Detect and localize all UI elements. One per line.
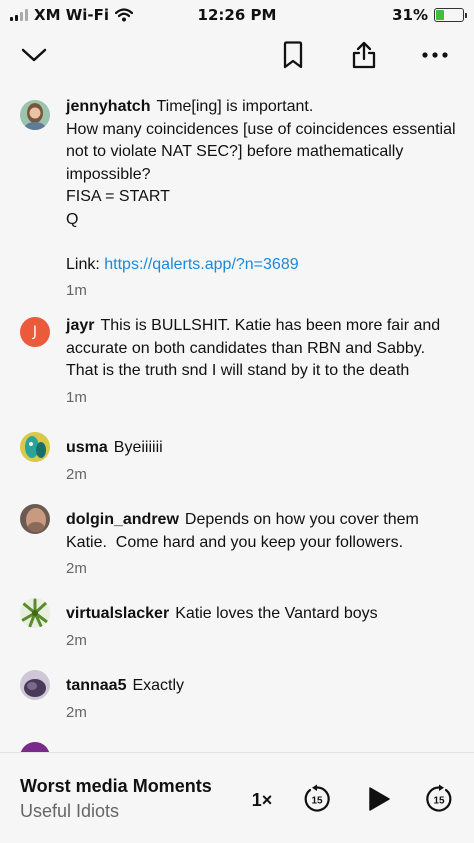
bookmark-icon xyxy=(283,41,303,69)
audio-player: Worst media Moments Useful Idiots 1× 15 … xyxy=(0,752,474,843)
more-icon xyxy=(422,52,448,58)
share-button[interactable] xyxy=(347,38,381,72)
comment-body: tannaa5 Exactly 2m xyxy=(66,675,461,724)
comment-time: 1m xyxy=(66,282,87,299)
comment-author[interactable]: jayr xyxy=(66,317,94,334)
comment-time: 2m xyxy=(66,560,87,577)
skip-back-icon: 15 xyxy=(304,784,330,812)
battery-fill xyxy=(436,10,445,20)
avatar[interactable] xyxy=(20,598,50,628)
status-right: 31% xyxy=(392,6,467,24)
comment-body: jennyhatch Time[ing] is important. How ma… xyxy=(66,96,461,303)
avatar[interactable] xyxy=(20,432,50,462)
share-icon xyxy=(352,41,376,69)
avatar[interactable] xyxy=(20,670,50,700)
avatar[interactable]: J xyxy=(20,317,50,347)
comment-text: Katie loves the Vantard boys xyxy=(175,605,378,622)
skip-forward-label: 15 xyxy=(433,796,445,807)
play-button[interactable] xyxy=(364,784,394,814)
skip-back-label: 15 xyxy=(311,796,323,807)
comment-text: Exactly xyxy=(132,677,185,694)
comment-author[interactable]: jennyhatch xyxy=(66,98,150,115)
avatar[interactable] xyxy=(20,504,50,534)
comment-body: usma Byeiiiiii 2m xyxy=(66,437,461,486)
player-title[interactable]: Worst media Moments xyxy=(20,776,212,797)
comment-time: 2m xyxy=(66,465,87,483)
comment-author[interactable]: tannaa5 xyxy=(66,677,126,694)
battery-percent: 31% xyxy=(392,6,428,24)
skip-forward-icon: 15 xyxy=(426,784,452,812)
top-nav xyxy=(0,30,474,80)
comment-author[interactable]: usma xyxy=(66,439,108,456)
skip-back-button[interactable]: 15 xyxy=(302,784,332,814)
status-bar: XM Wi-Fi 12:26 PM 31% xyxy=(0,0,474,30)
avatar-image xyxy=(20,598,50,628)
avatar[interactable] xyxy=(20,742,50,752)
player-subtitle[interactable]: Useful Idiots xyxy=(20,801,119,822)
avatar-image xyxy=(20,432,50,462)
bookmark-button[interactable] xyxy=(276,38,310,72)
comment-body: dolgin_andrew Depends on how you cover th… xyxy=(66,509,461,581)
collapse-button[interactable] xyxy=(17,38,51,72)
playback-speed-button[interactable]: 1× xyxy=(248,787,276,813)
avatar[interactable] xyxy=(20,100,50,130)
avatar-image xyxy=(20,100,50,130)
comment-body: jayr This is BULLSHIT. Katie has been mor… xyxy=(66,315,461,409)
comment-text: This is BULLSHIT. Katie has been more fa… xyxy=(66,317,445,379)
comment-text: Byeiiiiii xyxy=(113,439,163,456)
comment-time: 2m xyxy=(66,631,87,649)
skip-forward-button[interactable]: 15 xyxy=(424,784,454,814)
avatar-image xyxy=(20,670,50,700)
comment-text: Time[ing] is important. How many coincid… xyxy=(66,98,456,273)
play-icon xyxy=(369,787,390,811)
chevron-down-icon xyxy=(21,48,47,62)
comment-body: virtualslacker Katie loves the Vantard bo… xyxy=(66,603,461,652)
comment-time: 2m xyxy=(66,703,87,721)
more-button[interactable] xyxy=(418,38,452,72)
comment-time: 1m xyxy=(66,388,87,406)
comment-author[interactable]: virtualslacker xyxy=(66,605,169,622)
battery-icon xyxy=(434,8,467,22)
avatar-image xyxy=(20,504,50,534)
comments-list[interactable]: jennyhatch Time[ing] is important. How ma… xyxy=(0,92,474,752)
comment-link[interactable]: https://qalerts.app/?n=3689 xyxy=(104,256,298,273)
comment-author[interactable]: dolgin_andrew xyxy=(66,511,179,528)
